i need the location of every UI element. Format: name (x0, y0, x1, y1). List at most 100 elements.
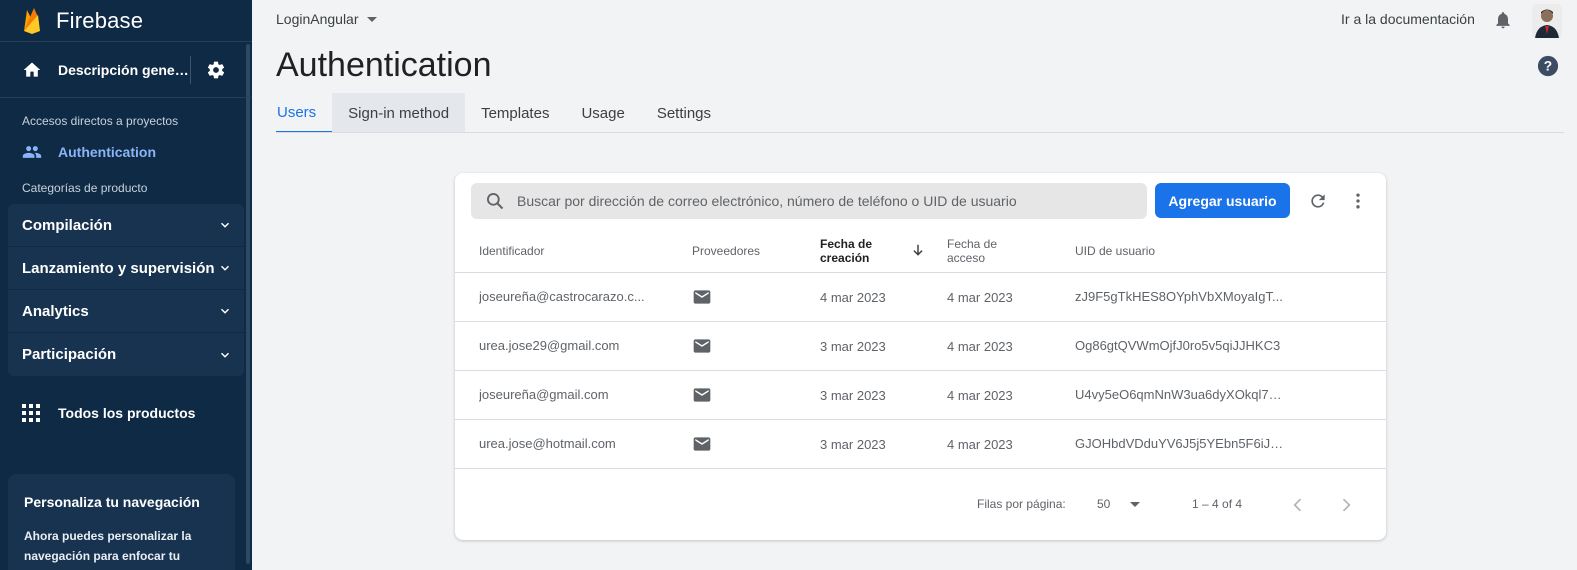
category-release-monitor[interactable]: Lanzamiento y supervisión (8, 247, 244, 290)
apps-grid-icon (22, 404, 40, 422)
home-icon (23, 62, 41, 77)
sidebar-scrollbar[interactable] (246, 44, 250, 564)
rows-per-page-label: Filas por página: (977, 497, 1066, 511)
sidebar-item-label: Authentication (58, 144, 156, 160)
access-date: 4 mar 2023 (947, 387, 1013, 403)
user-identifier: urea.jose@hotmail.com (479, 436, 616, 451)
tab-sign-in-method[interactable]: Sign-in method (332, 93, 466, 133)
chevron-right-icon[interactable] (1336, 495, 1356, 515)
email-icon (693, 437, 711, 451)
column-header-id[interactable]: Identificador (479, 228, 544, 273)
customize-nav-text: Ahora puedes personalizar la navegación … (24, 529, 192, 563)
add-user-button[interactable]: Agregar usuario (1155, 183, 1290, 218)
chevron-left-icon[interactable] (1288, 495, 1308, 515)
user-uid: zJ9F5gTkHES8OYphVbXMoyaIgT... (1075, 289, 1283, 304)
bell-icon[interactable] (1493, 10, 1513, 30)
access-date: 4 mar 2023 (947, 338, 1013, 354)
provider-cell (692, 420, 712, 468)
user-identifier: urea.jose29@gmail.com (479, 338, 620, 353)
provider-cell (692, 273, 712, 321)
avatar[interactable] (1532, 4, 1562, 38)
tab-bar: Users Sign-in method Templates Usage Set… (276, 93, 727, 133)
user-uid: GJOHbdVDduYV6J5j5YEbn5F6iJU2 (1075, 436, 1285, 451)
created-date: 3 mar 2023 (820, 338, 886, 354)
table-row[interactable]: urea.jose29@gmail.com 3 mar 2023 4 mar 2… (455, 322, 1386, 371)
category-engage[interactable]: Participación (8, 333, 244, 376)
created-date: 3 mar 2023 (820, 387, 886, 403)
more-vert-icon[interactable] (1348, 191, 1368, 211)
email-icon (693, 388, 711, 402)
caret-down-icon (366, 16, 377, 22)
tab-settings[interactable]: Settings (641, 93, 727, 133)
help-icon[interactable]: ? (1537, 55, 1559, 77)
tabs-divider (276, 132, 1564, 133)
user-identifier: joseureña@castrocarazo.c... (479, 289, 645, 304)
sidebar: Firebase Descripción general del proyect… (0, 0, 252, 570)
chevron-down-icon (220, 265, 230, 271)
sidebar-item-authentication[interactable]: Authentication (0, 134, 252, 170)
page-range: 1 – 4 of 4 (1192, 497, 1243, 511)
all-products-label: Todos los productos (58, 405, 196, 421)
category-build[interactable]: Compilación (8, 204, 244, 247)
customize-nav-title: Personaliza tu navegación (24, 494, 200, 510)
email-icon (693, 290, 711, 304)
docs-link[interactable]: Ir a la documentación (1341, 11, 1475, 27)
provider-cell (692, 322, 712, 370)
rows-per-page-select[interactable]: 50 (1097, 497, 1110, 511)
firebase-logo-icon (24, 7, 40, 34)
tab-users[interactable]: Users (276, 93, 333, 133)
refresh-icon[interactable] (1308, 191, 1328, 211)
category-analytics[interactable]: Analytics (8, 290, 244, 333)
chevron-down-icon (220, 352, 230, 358)
chevron-down-icon (220, 308, 230, 314)
category-label: Lanzamiento y supervisión (22, 259, 215, 277)
project-selector[interactable]: LoginAngular (276, 11, 377, 27)
customize-nav-card: Personaliza tu navegación Ahora puedes p… (8, 474, 235, 570)
brand[interactable]: Firebase (0, 0, 252, 42)
arrow-down-icon[interactable] (911, 243, 925, 257)
column-header-created[interactable]: Fecha de creación (820, 228, 872, 273)
topbar: LoginAngular Ir a la documentación ? (252, 0, 1577, 77)
column-header-created-line2: creación (820, 250, 870, 265)
search-icon (487, 193, 504, 210)
category-label: Compilación (22, 216, 113, 234)
user-uid: U4vy5eO6qmNnW3ua6dyXOkql74... (1075, 387, 1285, 402)
column-header-providers: Proveedores (692, 243, 761, 258)
user-uid: Og86gtQVWmOjfJ0ro5v5qiJJHKC3 (1075, 338, 1281, 353)
category-list: Compilación Lanzamiento y supervisión An… (8, 204, 244, 376)
search-input[interactable] (517, 193, 1137, 209)
project-name: LoginAngular (276, 11, 359, 27)
category-label: Analytics (22, 302, 89, 320)
tab-usage[interactable]: Usage (565, 93, 640, 133)
project-overview[interactable]: Descripción general del proyecto (0, 42, 252, 98)
page-title: Authentication (276, 46, 492, 84)
email-icon (693, 339, 711, 353)
tab-templates[interactable]: Templates (465, 93, 565, 133)
created-date: 3 mar 2023 (820, 436, 886, 452)
created-date: 4 mar 2023 (820, 289, 886, 305)
users-card: Agregar usuario Identificador Proveedore… (455, 173, 1386, 540)
caret-down-icon[interactable] (1130, 502, 1140, 507)
table-row[interactable]: urea.jose@hotmail.com 3 mar 2023 4 mar 2… (455, 420, 1386, 469)
provider-cell (692, 371, 712, 419)
column-header-uid[interactable]: UID de usuario (1075, 228, 1155, 273)
category-label: Participación (22, 346, 117, 363)
access-date: 4 mar 2023 (947, 289, 1013, 305)
avatar-image (1532, 4, 1562, 38)
user-identifier: joseureña@gmail.com (479, 387, 609, 402)
column-header-access-line1: Fecha de (947, 236, 998, 251)
search-box[interactable] (471, 183, 1147, 219)
table-row[interactable]: joseureña@gmail.com 3 mar 2023 4 mar 202… (455, 371, 1386, 420)
all-products[interactable]: Todos los productos (0, 390, 252, 436)
gear-icon[interactable] (206, 60, 226, 80)
column-header-access[interactable]: Fecha de acceso (947, 228, 997, 273)
access-date: 4 mar 2023 (947, 436, 1013, 452)
people-icon (22, 146, 42, 158)
table-row[interactable]: joseureña@castrocarazo.c... 4 mar 2023 4… (455, 273, 1386, 322)
svg-text:?: ? (1544, 59, 1552, 74)
column-header-created-line1: Fecha de (820, 236, 873, 251)
pagination: Filas por página: 50 1 – 4 of 4 (455, 485, 1386, 525)
column-header-access-line2: acceso (947, 250, 986, 265)
categories-label: Categorías de producto (22, 181, 148, 195)
shortcuts-label: Accesos directos a proyectos (22, 114, 179, 128)
